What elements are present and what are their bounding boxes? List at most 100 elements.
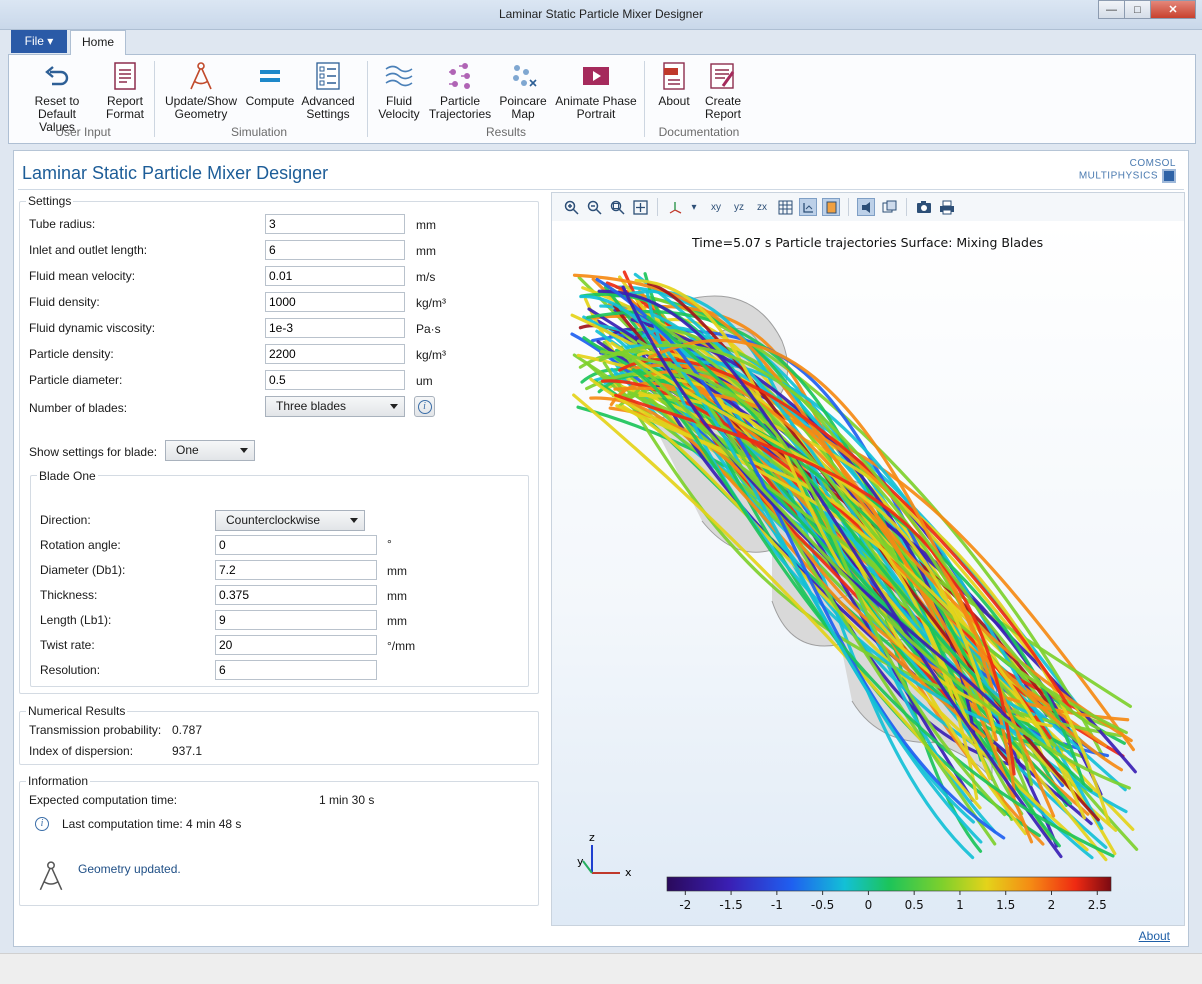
tab-file[interactable]: File ▾ xyxy=(11,30,67,53)
blade-diameter-input[interactable] xyxy=(215,560,377,580)
blade-row-unit: °/mm xyxy=(387,639,416,653)
animate-phase-portrait-button[interactable]: Animate Phase Portrait xyxy=(553,61,639,121)
fluid-velocity-input[interactable] xyxy=(265,266,405,286)
fluid-density-input[interactable] xyxy=(265,292,405,312)
settings-row: Particle diameter: um xyxy=(20,370,540,390)
inlet-outlet-length-input[interactable] xyxy=(265,240,405,260)
settings-row: Fluid mean velocity: m/s xyxy=(20,266,540,286)
scene-light-icon[interactable] xyxy=(857,198,875,216)
tube-radius-input[interactable] xyxy=(265,214,405,234)
minimize-button[interactable]: — xyxy=(1098,0,1125,19)
ribbon-group-documentation: About Create Report Documentation xyxy=(649,59,749,143)
graphics-window: ▾ xy yz zx Time=5.07 s Particle trajecto… xyxy=(551,192,1185,926)
zoom-extents-icon[interactable] xyxy=(631,198,649,216)
ribbon-group-label: Results xyxy=(485,125,526,139)
create-report-button[interactable]: Create Report xyxy=(699,61,747,121)
transparency-icon[interactable] xyxy=(880,198,898,216)
blade-row-unit: ° xyxy=(387,537,392,551)
settings-row: Tube radius: mm xyxy=(20,214,540,234)
direction-label: Direction: xyxy=(40,513,91,527)
close-button[interactable]: ✕ xyxy=(1150,0,1196,19)
ribbon-separator xyxy=(154,61,155,137)
about-link[interactable]: About xyxy=(1139,929,1170,943)
compass-icon xyxy=(35,860,67,895)
transmission-value: 0.787 xyxy=(172,723,203,737)
info-button[interactable]: i xyxy=(414,396,435,417)
ribbon-group-label: User Input xyxy=(55,125,111,139)
axis-toggle-icon[interactable] xyxy=(799,198,817,216)
about-button[interactable]: About xyxy=(653,61,695,108)
zoom-box-icon[interactable] xyxy=(608,198,626,216)
play-video-icon xyxy=(581,61,611,91)
colorbar-ticks: -2 -1.5 -1 -0.5 0 0.5 1 1.5 2 2.5 xyxy=(679,891,1107,912)
settings-row-label: Fluid mean velocity: xyxy=(29,269,136,283)
settings-legend: Settings xyxy=(26,194,74,208)
settings-row: Inlet and outlet length: mm xyxy=(20,240,540,260)
colorbar-toggle-icon[interactable] xyxy=(822,198,840,216)
zoom-out-icon[interactable] xyxy=(585,198,603,216)
ribbon-group-user-input: Reset to Default Values Report Format Us… xyxy=(13,59,153,143)
zx-view-icon[interactable]: zx xyxy=(753,198,771,216)
settings-row-label: Tube radius: xyxy=(29,217,96,231)
axis-orientation-icon[interactable] xyxy=(666,198,684,216)
particle-trajectories-button[interactable]: Particle Trajectories xyxy=(427,61,493,121)
info-icon: i xyxy=(417,399,432,414)
tab-home[interactable]: Home xyxy=(70,30,126,55)
chevron-down-icon[interactable]: ▾ xyxy=(689,198,699,216)
blade-length-input[interactable] xyxy=(215,610,377,630)
logo-square-icon xyxy=(1162,169,1176,183)
xy-view-icon[interactable]: xy xyxy=(707,198,725,216)
settings-row-unit: Pa·s xyxy=(416,322,441,336)
graphics-toolbar: ▾ xy yz zx xyxy=(552,193,1184,221)
yz-view-icon[interactable]: yz xyxy=(730,198,748,216)
show-blade-dropdown[interactable]: One xyxy=(165,440,255,461)
status-bar xyxy=(0,953,1202,984)
colorbar-tick-label: -1 xyxy=(771,898,783,912)
print-icon[interactable] xyxy=(938,198,956,216)
blades-dropdown[interactable]: Three blades xyxy=(265,396,405,417)
z-axis-label: z xyxy=(589,831,595,844)
dispersion-label: Index of dispersion: xyxy=(29,744,134,758)
blade-row-label: Diameter (Db1): xyxy=(40,563,126,577)
grid-icon[interactable] xyxy=(776,198,794,216)
settings-row: Fluid dynamic viscosity: Pa·s xyxy=(20,318,540,338)
colorbar xyxy=(666,876,1112,892)
advanced-settings-button[interactable]: Advanced Settings xyxy=(299,61,357,121)
toolbar-separator xyxy=(848,198,849,216)
plot-canvas[interactable]: Time=5.07 s Particle trajectories Surfac… xyxy=(552,221,1184,925)
y-axis-label: y xyxy=(577,855,584,868)
comsol-logo: COMSOL MULTIPHYSICS xyxy=(1078,158,1176,183)
zoom-in-icon[interactable] xyxy=(562,198,580,216)
status-message: Geometry updated. xyxy=(78,862,181,876)
compass-icon xyxy=(186,61,216,91)
particle-density-input[interactable] xyxy=(265,344,405,364)
colorbar-tick-label: 0.5 xyxy=(905,898,924,912)
window-title: Laminar Static Particle Mixer Designer xyxy=(498,7,704,21)
blade-thickness-input[interactable] xyxy=(215,585,377,605)
expected-time-label: Expected computation time: xyxy=(29,793,178,807)
poincare-icon xyxy=(508,61,538,91)
fluid-viscosity-input[interactable] xyxy=(265,318,405,338)
update-geometry-button[interactable]: Update/Show Geometry xyxy=(161,61,241,121)
information-section: Information Expected computation time: 1… xyxy=(19,774,539,906)
reset-defaults-button[interactable]: Reset to Default Values xyxy=(19,61,95,134)
colorbar-tick-label: 0 xyxy=(865,898,873,912)
plot-scene: z x y -2 -1.5 -1 -0.5 0 0.5 1 1.5 2 2.5 xyxy=(570,270,1139,912)
fluid-velocity-button[interactable]: Fluid Velocity xyxy=(375,61,423,121)
blade-row: Twist rate: °/mm xyxy=(31,635,530,655)
poincare-map-button[interactable]: Poincare Map xyxy=(495,61,551,121)
direction-dropdown[interactable]: Counterclockwise xyxy=(215,510,365,531)
colorbar-tick-label: -1.5 xyxy=(719,898,742,912)
resolution-input[interactable] xyxy=(215,660,377,680)
settings-row-unit: kg/m³ xyxy=(416,348,446,362)
rotation-angle-input[interactable] xyxy=(215,535,377,555)
particle-trajectories xyxy=(570,270,1139,862)
camera-icon[interactable] xyxy=(915,198,933,216)
report-format-button[interactable]: Report Format xyxy=(101,61,149,121)
maximize-button[interactable]: □ xyxy=(1124,0,1151,19)
ribbon-separator xyxy=(367,61,368,137)
compute-button[interactable]: Compute xyxy=(243,61,297,108)
twist-rate-input[interactable] xyxy=(215,635,377,655)
expected-time-value: 1 min 30 s xyxy=(319,793,375,807)
particle-diameter-input[interactable] xyxy=(265,370,405,390)
